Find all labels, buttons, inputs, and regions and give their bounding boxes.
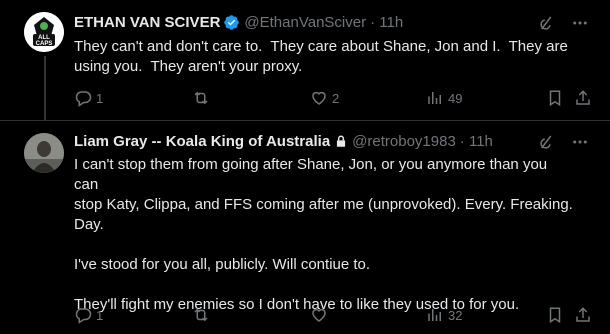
share-icon: [576, 307, 590, 322]
reply-icon: [75, 308, 92, 324]
reply-count: 1: [96, 307, 104, 323]
like-button[interactable]: [310, 306, 332, 324]
display-name[interactable]: Liam Gray -- Koala King of Australia: [74, 133, 330, 150]
display-name[interactable]: ETHAN VAN SCIVER: [74, 14, 220, 31]
views-icon: [428, 309, 441, 321]
more-options-icon[interactable]: [570, 14, 590, 32]
tweet-header: Liam Gray -- Koala King of Australia @re…: [74, 133, 550, 150]
bookmark-button[interactable]: [546, 306, 564, 324]
protected-lock-icon: [334, 134, 348, 149]
like-count: 2: [332, 90, 340, 106]
avatar[interactable]: ALL CAPS: [24, 12, 64, 52]
views-icon: [428, 92, 441, 104]
like-button[interactable]: 2: [310, 89, 339, 107]
reply-button[interactable]: 1: [74, 306, 103, 324]
timestamp[interactable]: · 11h: [370, 14, 403, 31]
tweet-header: ETHAN VAN SCIVER @EthanVanSciver · 11h: [74, 14, 550, 31]
avatar[interactable]: [24, 133, 64, 173]
tweet-text: I can't stop them from going after Shane…: [74, 156, 573, 313]
heart-icon: [312, 91, 326, 105]
view-count: 32: [448, 307, 463, 323]
tweet-liam[interactable]: Liam Gray -- Koala King of Australia @re…: [0, 121, 610, 334]
grok-icon[interactable]: [538, 14, 556, 32]
retweet-icon: [194, 308, 208, 322]
tweet-text: They can't and don't care to. They care …: [74, 38, 568, 75]
grok-icon[interactable]: [538, 133, 556, 151]
handle[interactable]: @retroboy1983: [352, 133, 456, 150]
reply-button[interactable]: 1: [74, 89, 103, 107]
retweet-icon: [194, 91, 208, 105]
share-button[interactable]: [574, 306, 592, 324]
view-count: 49: [448, 90, 463, 106]
tweet-ethan[interactable]: ALL CAPS ETHAN VAN SCIVER @EthanVanScive…: [0, 0, 610, 120]
bookmark-icon: [549, 307, 561, 324]
handle[interactable]: @EthanVanSciver: [244, 14, 366, 31]
views-button[interactable]: 49: [426, 89, 462, 107]
verified-badge-icon: [223, 14, 240, 31]
views-button[interactable]: 32: [426, 306, 462, 324]
tweet-actions: 1 2 49: [74, 89, 590, 109]
bookmark-icon: [549, 90, 561, 107]
reply-count: 1: [96, 90, 104, 106]
bookmark-button[interactable]: [546, 89, 564, 107]
more-options-icon[interactable]: [570, 133, 590, 151]
share-button[interactable]: [574, 89, 592, 107]
heart-icon: [312, 308, 326, 322]
retweet-button[interactable]: [192, 306, 214, 324]
reply-icon: [75, 91, 92, 107]
svg-text:CAPS: CAPS: [36, 41, 53, 47]
share-icon: [576, 90, 590, 105]
retweet-button[interactable]: [192, 89, 214, 107]
tweet-actions: 1 32: [74, 306, 590, 326]
timestamp[interactable]: · 11h: [460, 133, 493, 150]
